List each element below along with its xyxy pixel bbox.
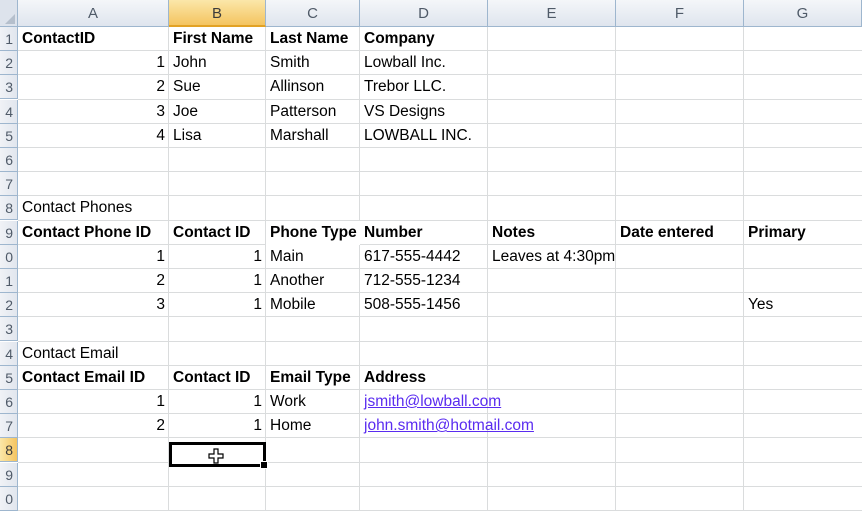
header-cell[interactable]: Number: [360, 221, 427, 245]
select-all-triangle-icon: [5, 14, 15, 24]
phone-cell[interactable]: Leaves at 4:30pm: [488, 245, 619, 269]
row-header[interactable]: 2: [0, 293, 18, 318]
header-cell[interactable]: Notes: [488, 221, 539, 245]
row-header[interactable]: 4: [0, 341, 18, 366]
header-cell[interactable]: Contact ID: [169, 221, 255, 245]
row-header[interactable]: 0: [0, 486, 18, 511]
contact-cell[interactable]: 1: [18, 51, 169, 75]
phone-cell[interactable]: 3: [18, 293, 169, 317]
phone-cell[interactable]: Yes: [744, 293, 777, 317]
contact-cell[interactable]: Allinson: [266, 75, 328, 99]
phone-cell[interactable]: 1: [169, 245, 266, 269]
section-title-emails[interactable]: Contact Email: [18, 342, 122, 366]
contact-cell[interactable]: 3: [18, 100, 169, 124]
email-cell[interactable]: 2: [18, 414, 169, 438]
contact-cell[interactable]: LOWBALL INC.: [360, 124, 476, 148]
contact-cell[interactable]: Sue: [169, 75, 205, 99]
contact-cell[interactable]: 4: [18, 124, 169, 148]
header-cell[interactable]: Contact Email ID: [18, 366, 149, 390]
phone-cell[interactable]: Mobile: [266, 293, 320, 317]
row-header[interactable]: 5: [0, 123, 18, 148]
row-header[interactable]: 9: [0, 220, 18, 245]
email-cell[interactable]: Home: [266, 414, 315, 438]
select-all-corner[interactable]: [0, 0, 18, 27]
row-gridline: [18, 461, 862, 463]
column-header-f[interactable]: F: [616, 0, 744, 27]
phone-cell[interactable]: Main: [266, 245, 308, 269]
row-header[interactable]: 7: [0, 414, 18, 439]
email-cell[interactable]: 1: [169, 390, 266, 414]
email-hyperlink[interactable]: jsmith@lowball.com: [360, 390, 505, 414]
header-cell[interactable]: Contact Phone ID: [18, 221, 155, 245]
row-header[interactable]: 2: [0, 51, 18, 76]
active-cell-b18[interactable]: [169, 442, 268, 469]
row-header[interactable]: 3: [0, 317, 18, 342]
contact-cell[interactable]: Patterson: [266, 100, 340, 124]
section-title-phones[interactable]: Contact Phones: [18, 196, 136, 220]
column-header-c[interactable]: C: [266, 0, 360, 27]
column-gridline: [615, 27, 616, 511]
row-gridline: [18, 195, 862, 197]
row-header[interactable]: 8: [0, 438, 18, 463]
contact-cell[interactable]: 2: [18, 75, 169, 99]
row-gridline: [18, 171, 862, 173]
header-cell[interactable]: Last Name: [266, 27, 352, 51]
contact-cell[interactable]: Joe: [169, 100, 202, 124]
row-header[interactable]: 4: [0, 99, 18, 124]
row-header[interactable]: 9: [0, 462, 18, 487]
contact-cell[interactable]: VS Designs: [360, 100, 449, 124]
column-header-e[interactable]: E: [488, 0, 616, 27]
header-cell[interactable]: Email Type: [266, 366, 355, 390]
row-header[interactable]: 6: [0, 148, 18, 172]
row-header[interactable]: 1: [0, 27, 18, 51]
header-cell[interactable]: Phone Type: [266, 220, 360, 245]
column-gridline: [487, 27, 488, 511]
contact-cell[interactable]: Lisa: [169, 124, 205, 148]
phone-cell[interactable]: 1: [169, 269, 266, 293]
row-header[interactable]: 6: [0, 390, 18, 414]
phone-cell[interactable]: Another: [266, 269, 328, 293]
column-header-b[interactable]: B: [169, 0, 266, 27]
row-header[interactable]: 7: [0, 172, 18, 197]
phone-cell[interactable]: 617-555-4442: [360, 245, 465, 269]
row-gridline: [18, 340, 862, 342]
header-cell[interactable]: Company: [360, 27, 439, 51]
phone-cell[interactable]: 2: [18, 269, 169, 293]
phone-cell[interactable]: 712-555-1234: [360, 269, 465, 293]
column-header-g[interactable]: G: [744, 0, 862, 27]
header-cell[interactable]: Contact ID: [169, 366, 255, 390]
phone-cell[interactable]: 1: [169, 293, 266, 317]
header-cell[interactable]: First Name: [169, 27, 257, 51]
email-cell[interactable]: Work: [266, 390, 310, 414]
header-cell[interactable]: ContactID: [18, 27, 99, 51]
row-gridline: [18, 485, 862, 487]
row-header[interactable]: 5: [0, 365, 18, 390]
fill-handle[interactable]: [260, 461, 268, 469]
spreadsheet-grid[interactable]: A B C D E F G 12345678901234567890 Conta…: [0, 0, 862, 511]
cell-select-cross-cursor-icon: [208, 448, 224, 464]
column-gridline: [743, 27, 744, 511]
contact-cell[interactable]: John: [169, 51, 211, 75]
row-header[interactable]: 1: [0, 269, 18, 293]
header-cell[interactable]: Address: [360, 366, 430, 390]
phone-cell[interactable]: 1: [18, 245, 169, 269]
email-cell[interactable]: 1: [169, 414, 266, 438]
contact-cell[interactable]: Smith: [266, 51, 314, 75]
phone-cell[interactable]: 508-555-1456: [360, 293, 465, 317]
header-cell[interactable]: Date entered: [616, 221, 718, 245]
row-header[interactable]: 3: [0, 75, 18, 100]
row-header[interactable]: 0: [0, 244, 18, 269]
contact-cell[interactable]: Marshall: [266, 124, 333, 148]
column-header-a[interactable]: A: [18, 0, 169, 27]
column-header-d[interactable]: D: [360, 0, 488, 27]
email-cell[interactable]: 1: [18, 390, 169, 414]
row-header[interactable]: 8: [0, 196, 18, 221]
contact-cell[interactable]: Lowball Inc.: [360, 51, 450, 75]
email-hyperlink[interactable]: john.smith@hotmail.com: [360, 414, 538, 438]
header-cell[interactable]: Primary: [744, 221, 810, 245]
contact-cell[interactable]: Trebor LLC.: [360, 75, 450, 99]
